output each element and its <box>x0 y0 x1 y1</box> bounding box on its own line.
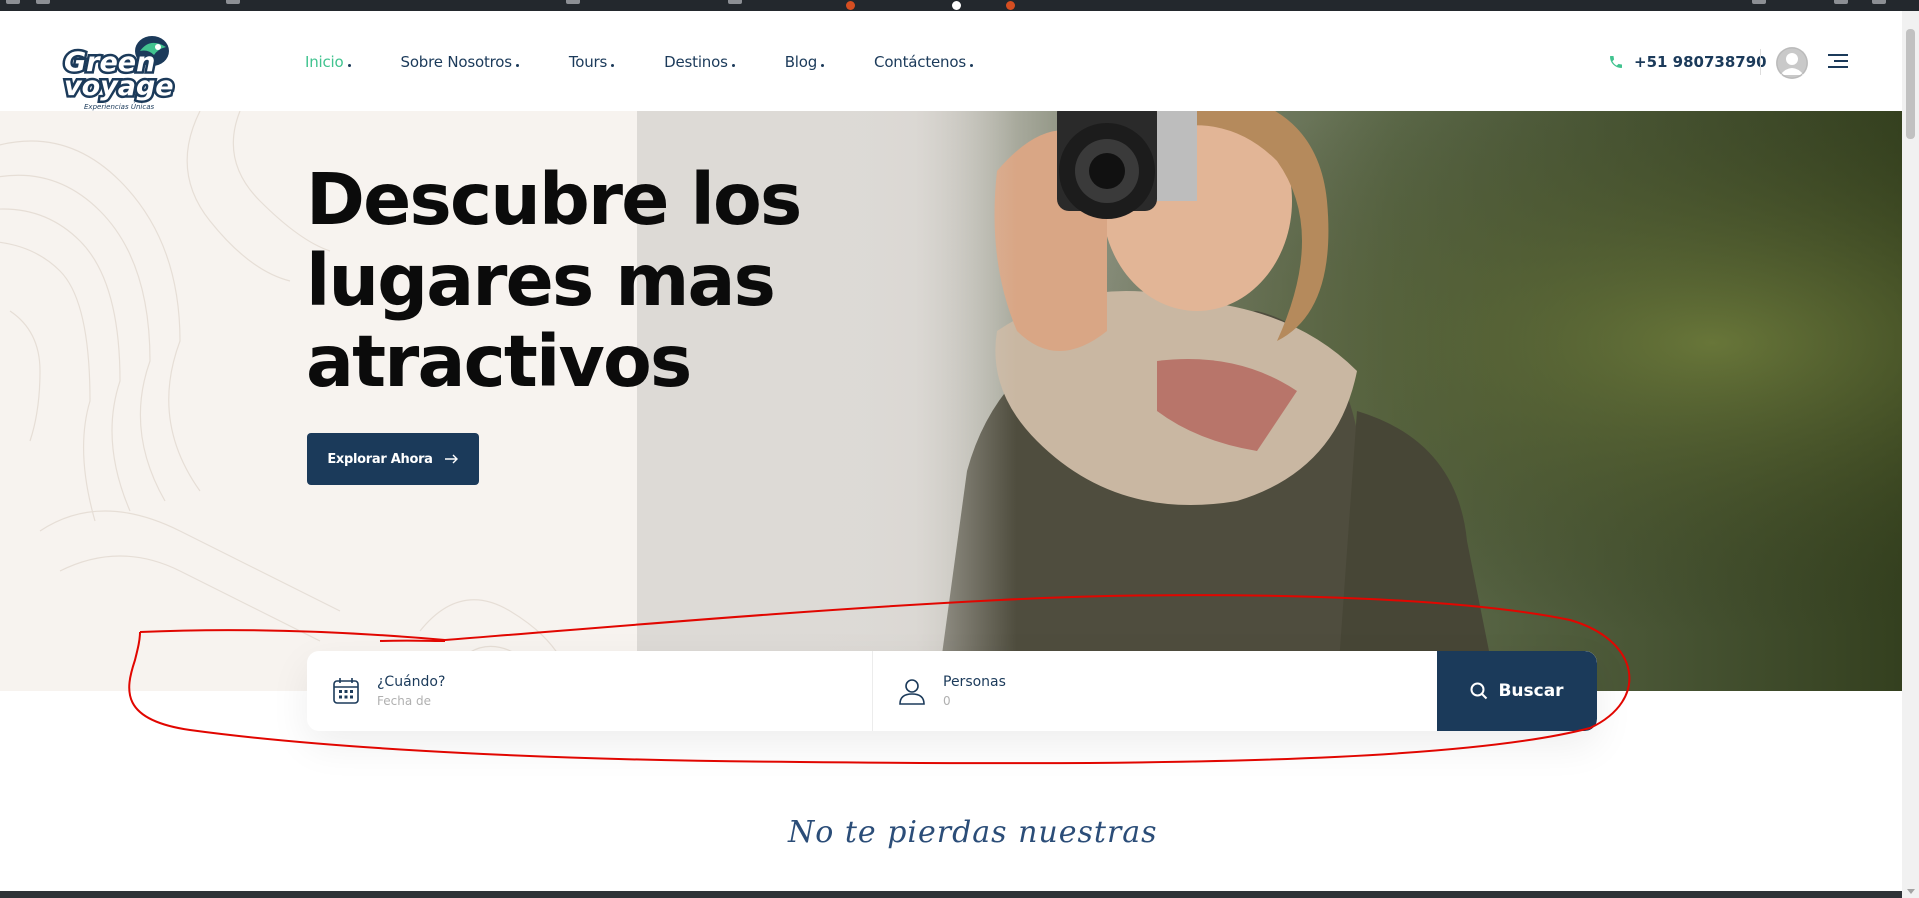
phone-number: +51 980738790 <box>1634 53 1767 71</box>
admin-bar-icon[interactable] <box>226 0 240 4</box>
hamburger-menu-icon[interactable] <box>1828 53 1848 69</box>
site-header: Green voyage Experiencias Únicas Inicio … <box>0 11 1902 111</box>
page: Green voyage Experiencias Únicas Inicio … <box>0 0 1919 898</box>
people-label: Personas <box>943 674 1006 690</box>
nav-label: Blog <box>784 53 818 71</box>
admin-bar-icon[interactable] <box>36 0 50 4</box>
people-value: 0 <box>943 694 951 708</box>
date-field-text: ¿Cuándo? Fecha de <box>377 674 445 708</box>
nav-bullet-icon <box>611 64 615 67</box>
admin-bar-icon[interactable] <box>728 0 742 4</box>
scrollbar-thumb[interactable] <box>1906 29 1915 139</box>
nav-label: Sobre Nosotros <box>400 53 513 71</box>
user-avatar-icon <box>1776 47 1808 79</box>
logo-tagline: Experiencias Únicas <box>84 102 154 111</box>
scroll-down-arrow-icon[interactable] <box>1907 889 1915 894</box>
logo-text-voyage: voyage <box>64 71 174 102</box>
site-logo[interactable]: Green voyage Experiencias Únicas <box>60 27 176 111</box>
search-button[interactable]: Buscar <box>1437 651 1597 731</box>
people-field-text: Personas 0 <box>943 674 1006 708</box>
admin-bar-icon[interactable] <box>1834 0 1848 4</box>
nav-bullet-icon <box>821 64 825 67</box>
page-scrollbar[interactable] <box>1902 11 1919 898</box>
date-placeholder: Fecha de <box>377 694 431 708</box>
nav-bullet-icon <box>969 64 973 67</box>
admin-bar-icon[interactable] <box>1872 0 1886 4</box>
user-avatar[interactable] <box>1776 47 1808 79</box>
logo-graphic: Green voyage Experiencias Únicas <box>62 36 176 111</box>
nav-item-contactenos[interactable]: Contáctenos <box>874 53 973 71</box>
date-field[interactable]: ¿Cuándo? Fecha de <box>307 651 872 731</box>
nav-label: Inicio <box>305 53 344 71</box>
nav-label: Tours <box>568 53 608 71</box>
search-icon <box>1470 682 1488 700</box>
admin-bar <box>0 0 1919 11</box>
main-nav: Inicio Sobre Nosotros Tours Destinos Blo… <box>305 53 1023 71</box>
hero-title: Descubre los lugares mas atractivos <box>306 158 802 403</box>
nav-bullet-icon <box>515 64 519 67</box>
notification-dot-icon[interactable] <box>846 1 855 10</box>
search-button-label: Buscar <box>1498 681 1564 701</box>
notification-dot-icon[interactable] <box>952 1 961 10</box>
hero-section: Descubre los lugares mas atractivos Expl… <box>0 111 1902 691</box>
calendar-icon <box>333 678 359 704</box>
header-phone[interactable]: +51 980738790 <box>1608 53 1767 71</box>
bottom-bar <box>0 891 1902 898</box>
user-icon <box>899 679 925 705</box>
arrow-right-icon <box>444 454 458 464</box>
nav-item-sobre-nosotros[interactable]: Sobre Nosotros <box>401 53 519 71</box>
section-script-heading: No te pierdas nuestras <box>788 815 1158 850</box>
nav-bullet-icon <box>731 64 735 67</box>
explore-now-button[interactable]: Explorar Ahora <box>307 433 479 485</box>
date-label: ¿Cuándo? <box>377 674 446 690</box>
nav-item-inicio[interactable]: Inicio <box>305 53 351 71</box>
nav-item-tours[interactable]: Tours <box>568 53 615 71</box>
nav-bullet-icon <box>347 64 351 67</box>
admin-bar-icon[interactable] <box>566 0 580 4</box>
admin-bar-icon[interactable] <box>6 0 20 4</box>
admin-bar-icon[interactable] <box>1752 0 1766 4</box>
nav-item-blog[interactable]: Blog <box>784 53 825 71</box>
tour-search-bar: ¿Cuándo? Fecha de Personas 0 Buscar <box>307 651 1597 731</box>
people-field[interactable]: Personas 0 <box>872 651 1437 731</box>
explore-now-label: Explorar Ahora <box>327 451 433 467</box>
nav-label: Destinos <box>664 53 728 71</box>
nav-item-destinos[interactable]: Destinos <box>664 53 735 71</box>
header-divider <box>1760 49 1761 75</box>
notification-dot-icon[interactable] <box>1006 1 1015 10</box>
nav-label: Contáctenos <box>874 53 966 71</box>
phone-icon <box>1610 56 1622 68</box>
